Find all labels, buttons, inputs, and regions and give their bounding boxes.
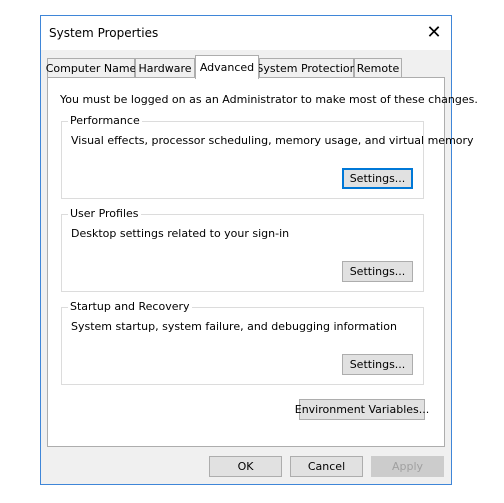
tab-advanced[interactable]: Advanced <box>195 55 259 79</box>
window-title: System Properties <box>49 26 159 40</box>
admin-notice: You must be logged on as an Administrato… <box>60 93 478 106</box>
advanced-tab-panel: You must be logged on as an Administrato… <box>47 77 478 447</box>
tab-system-protection[interactable]: System Protection <box>256 58 357 78</box>
environment-variables-button[interactable]: Environment Variables... <box>295 399 429 420</box>
user-profiles-settings-button[interactable]: Settings... <box>342 261 413 282</box>
performance-description: Visual effects, processor scheduling, me… <box>71 134 474 147</box>
apply-button[interactable]: Apply <box>371 456 444 477</box>
tab-remote[interactable]: Remote <box>354 58 402 78</box>
user-profiles-legend: User Profiles <box>68 207 141 220</box>
performance-settings-button[interactable]: Settings... <box>342 168 413 189</box>
startup-recovery-settings-button[interactable]: Settings... <box>342 354 413 375</box>
tab-computer-name[interactable]: Computer Name <box>46 58 136 78</box>
startup-recovery-group: Startup and Recovery System startup, sys… <box>61 300 424 385</box>
performance-legend: Performance <box>68 114 142 127</box>
startup-recovery-legend: Startup and Recovery <box>68 300 192 313</box>
ok-button[interactable]: OK <box>209 456 282 477</box>
tab-hardware[interactable]: Hardware <box>135 58 195 78</box>
cancel-button[interactable]: Cancel <box>290 456 363 477</box>
performance-group: Performance Visual effects, processor sc… <box>61 114 474 199</box>
user-profiles-description: Desktop settings related to your sign-in <box>71 227 290 240</box>
user-profiles-group: User Profiles Desktop settings related t… <box>61 207 424 292</box>
title-bar: System Properties ✕ <box>41 16 451 50</box>
system-properties-window: System Properties ✕ Computer Name Hardwa… <box>40 15 478 485</box>
close-icon[interactable]: ✕ <box>417 16 451 50</box>
startup-recovery-description: System startup, system failure, and debu… <box>71 320 397 333</box>
